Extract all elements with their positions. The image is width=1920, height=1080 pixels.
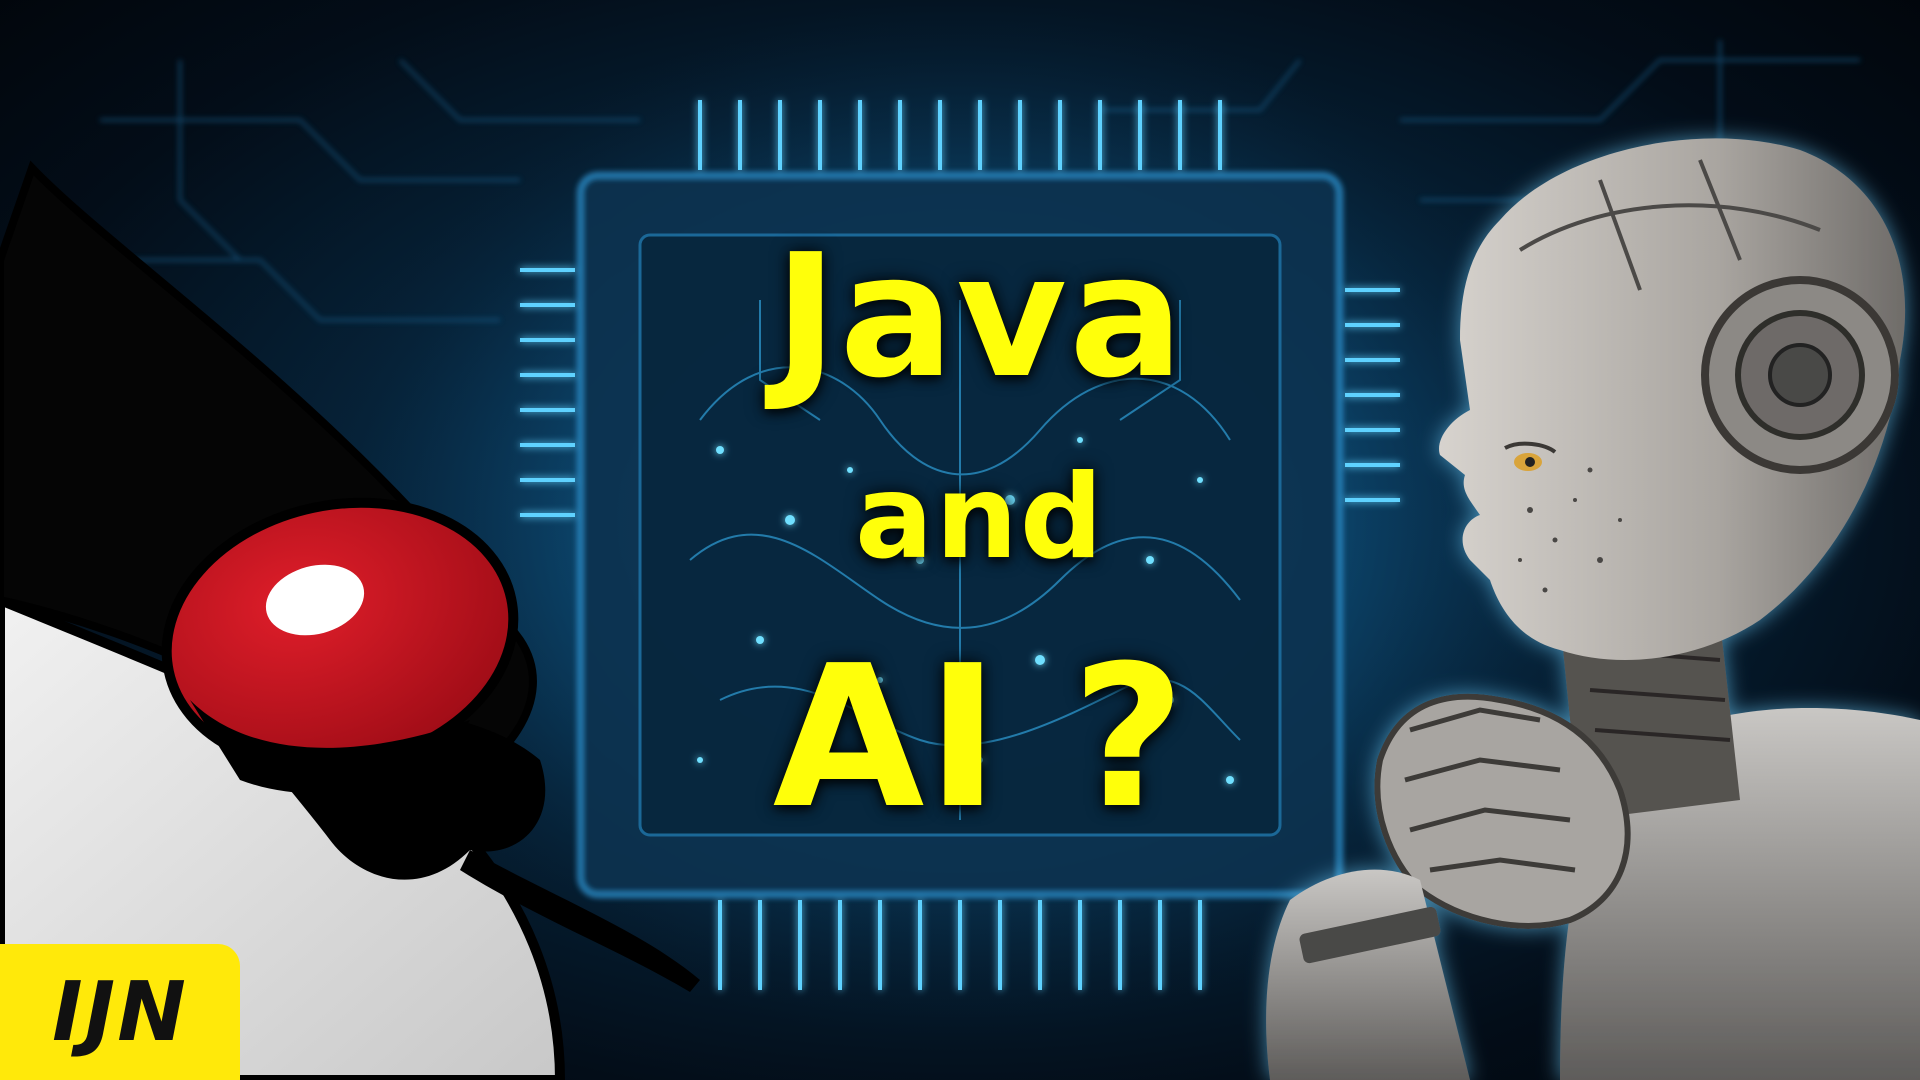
- headline-line-1: Java: [774, 218, 1186, 416]
- headline-line-2: and: [855, 450, 1105, 585]
- channel-badge: IJN: [0, 944, 240, 1080]
- thumbnail-canvas: Java and AI ? IJN: [0, 0, 1920, 1080]
- channel-badge-label: IJN: [52, 964, 188, 1060]
- headline-line-3: AI ?: [772, 624, 1188, 852]
